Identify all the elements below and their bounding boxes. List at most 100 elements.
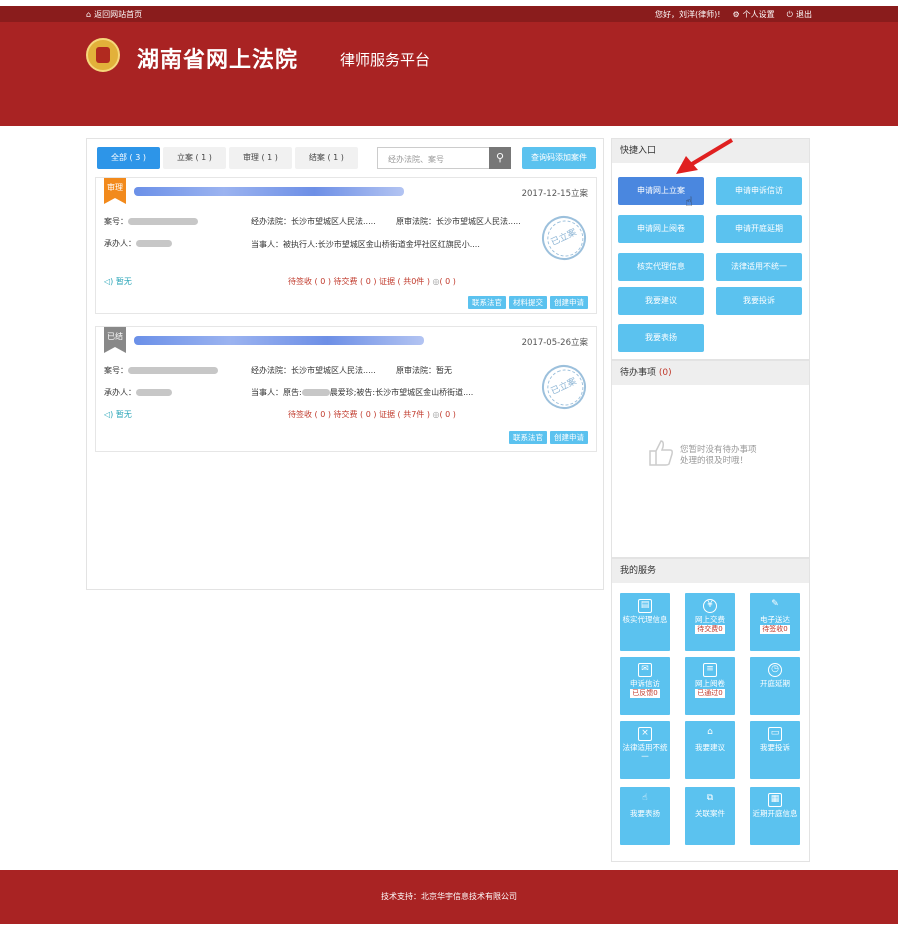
case-stats[interactable]: 待签收 ( 0 ) 待交费 ( 0 ) 证据 ( 共0件 ) ◎( 0 ) bbox=[288, 276, 456, 287]
contact-judge-button[interactable]: 联系法官 bbox=[509, 431, 547, 444]
apply-petition-button[interactable]: 申请申诉信访 bbox=[716, 177, 802, 205]
create-request-button[interactable]: 创建申请 bbox=[550, 431, 588, 444]
tab-closed[interactable]: 结案 ( 1 ) bbox=[294, 147, 358, 169]
court: 经办法院：长沙市望城区人民法..... bbox=[251, 366, 376, 375]
home-link[interactable]: ⌂ 返回网站首页 bbox=[86, 9, 142, 20]
search-placeholder: 经办法院、案号 bbox=[388, 155, 444, 164]
calendar-icon: ▦ bbox=[768, 793, 782, 807]
apply-hearing-delay-button[interactable]: 申请开庭延期 bbox=[716, 215, 802, 243]
suggestion-button[interactable]: 我要建议 bbox=[618, 287, 704, 315]
redacted-value bbox=[128, 218, 198, 225]
complaint-button[interactable]: 我要投诉 bbox=[716, 287, 802, 315]
create-request-button[interactable]: 创建申请 bbox=[550, 296, 588, 309]
pen-icon: ✎ bbox=[771, 599, 779, 609]
logout-link[interactable]: ⏻ 退出 bbox=[787, 9, 812, 20]
parties: 当事人：被执行人:长沙市望城区金山桥街道金坪社区红旗民小.... bbox=[251, 240, 480, 249]
chat-icon: ▭ bbox=[768, 727, 782, 741]
service-verify-agent[interactable]: ▤ 核实代理信息 bbox=[620, 593, 670, 651]
document-icon: ≡ bbox=[703, 663, 717, 677]
tab-filed[interactable]: 立案 ( 1 ) bbox=[162, 147, 226, 169]
red-arrow-annotation bbox=[676, 138, 734, 174]
mail-icon: ✉ bbox=[638, 663, 652, 677]
site-header bbox=[0, 22, 898, 126]
service-file-review[interactable]: ≡ 网上阅卷 已通过0 bbox=[685, 657, 735, 715]
case-panel: 全部 ( 3 ) 立案 ( 1 ) 审理 ( 1 ) 结案 ( 1 ) 经办法院… bbox=[86, 138, 604, 590]
speaker-icon: ◁) bbox=[104, 277, 114, 286]
top-bar: ⌂ 返回网站首页 您好，刘洋(律师)! ⚙ 个人设置 ⏻ 退出 bbox=[0, 6, 898, 22]
link-icon: ⧉ bbox=[706, 793, 714, 803]
redacted-value bbox=[136, 240, 172, 247]
tab-all[interactable]: 全部 ( 3 ) bbox=[97, 147, 160, 169]
verify-agent-info-button[interactable]: 核实代理信息 bbox=[618, 253, 704, 281]
thumbs-up-icon: ☝ bbox=[642, 793, 648, 803]
speaker-icon: ◁) bbox=[104, 410, 114, 419]
todo-empty-message: 您暂时没有待办事项 处理的很及时哦！ bbox=[680, 445, 757, 466]
status-badge: 已结 bbox=[104, 327, 126, 353]
parties: 当事人：原告: 晨爱珍;被告:长沙市望城区金山桥街道.... bbox=[251, 388, 474, 397]
site-footer: 技术支持：北京华宇信息技术有限公司 bbox=[0, 870, 898, 924]
todo-count: (0) bbox=[658, 368, 672, 378]
contact-judge-button[interactable]: 联系法官 bbox=[468, 296, 506, 309]
status-badge: 审理 bbox=[104, 178, 126, 204]
case-title-redacted[interactable] bbox=[134, 336, 424, 345]
redacted-value bbox=[128, 367, 218, 374]
case-title-redacted[interactable] bbox=[134, 187, 404, 196]
service-online-payment[interactable]: ¥ 网上交费 待交费0 bbox=[685, 593, 735, 651]
case-tabs: 全部 ( 3 ) 立案 ( 1 ) 审理 ( 1 ) 结案 ( 1 ) bbox=[97, 147, 358, 169]
case-no-label: 案号： bbox=[104, 217, 128, 226]
site-title: 湖南省网上法院 bbox=[137, 48, 299, 73]
notice: ◁) 暂无 bbox=[104, 277, 132, 286]
search-input[interactable]: 经办法院、案号 ⚲ bbox=[377, 147, 511, 169]
thumbs-up-icon bbox=[649, 440, 673, 466]
services-panel: 我的服务 ▤ 核实代理信息 ¥ 网上交费 待交费0 ✎ 电子送达 待签收0 ✉ 申诉信访 已反… bbox=[611, 558, 810, 862]
case-card[interactable]: 已结 2017-05-26立案 案号： 经办法院：长沙市望城区人民法..... … bbox=[95, 326, 597, 452]
settings-link[interactable]: ⚙ 个人设置 bbox=[733, 9, 775, 20]
case-date: 2017-12-15立案 bbox=[521, 189, 588, 199]
redacted-value bbox=[301, 389, 330, 396]
original-court: 原审法院：长沙市望城区人民法..... bbox=[396, 217, 521, 226]
clock-icon: ◷ bbox=[768, 663, 782, 677]
add-case-button[interactable]: 查询码添加案件 bbox=[522, 147, 596, 169]
message-icon: ◎ bbox=[432, 277, 440, 286]
id-card-icon: ▤ bbox=[638, 599, 652, 613]
todo-panel: 待办事项 (0) 您暂时没有待办事项 处理的很及时哦！ bbox=[611, 360, 810, 558]
message-icon: ◎ bbox=[432, 410, 440, 419]
service-law-inconsistency[interactable]: × 法律适用不统一 bbox=[620, 721, 670, 779]
todo-title: 待办事项 (0) bbox=[612, 361, 809, 385]
service-upcoming-hearings[interactable]: ▦ 近期开庭信息 bbox=[750, 787, 800, 845]
case-stats[interactable]: 待签收 ( 0 ) 待交费 ( 0 ) 证据 ( 共7件 ) ◎( 0 ) bbox=[288, 409, 456, 420]
handler-label: 承办人： bbox=[104, 388, 136, 397]
service-praise[interactable]: ☝ 我要表扬 bbox=[620, 787, 670, 845]
original-court: 原审法院：暂无 bbox=[396, 366, 452, 375]
service-complaint[interactable]: ▭ 我要投诉 bbox=[750, 721, 800, 779]
court: 经办法院：长沙市望城区人民法..... bbox=[251, 217, 376, 226]
apply-file-review-button[interactable]: 申请网上阅卷 bbox=[618, 215, 704, 243]
submit-materials-button[interactable]: 材料提交 bbox=[509, 296, 547, 309]
service-petition[interactable]: ✉ 申诉信访 已反馈0 bbox=[620, 657, 670, 715]
tab-trial[interactable]: 审理 ( 1 ) bbox=[228, 147, 292, 169]
filed-seal: 已立案 bbox=[534, 357, 594, 417]
edit-icon: ⌂ bbox=[707, 727, 713, 737]
hand-cursor-icon: ☝ bbox=[685, 195, 693, 210]
service-e-delivery[interactable]: ✎ 电子送达 待签收0 bbox=[750, 593, 800, 651]
redacted-value bbox=[136, 389, 172, 396]
case-date: 2017-05-26立案 bbox=[521, 338, 588, 348]
handler-label: 承办人： bbox=[104, 239, 136, 248]
gear-icon: ⚙ bbox=[732, 10, 740, 19]
case-card[interactable]: 审理 2017-12-15立案 案号： 经办法院：长沙市望城区人民法..... … bbox=[95, 177, 597, 314]
case-no-label: 案号： bbox=[104, 366, 128, 375]
power-icon: ⏻ bbox=[786, 9, 793, 19]
praise-button[interactable]: 我要表扬 bbox=[618, 324, 704, 352]
yen-icon: ¥ bbox=[703, 599, 717, 613]
filed-seal: 已立案 bbox=[534, 208, 594, 268]
service-hearing-delay[interactable]: ◷ 开庭延期 bbox=[750, 657, 800, 715]
greeting-text: 您好，刘洋(律师)! bbox=[655, 10, 721, 19]
home-icon: ⌂ bbox=[86, 10, 92, 19]
search-icon[interactable]: ⚲ bbox=[489, 147, 511, 169]
site-subtitle: 律师服务平台 bbox=[340, 51, 431, 69]
court-emblem-icon bbox=[86, 38, 120, 72]
service-related-cases[interactable]: ⧉ 关联案件 bbox=[685, 787, 735, 845]
x-box-icon: × bbox=[638, 727, 652, 741]
law-inconsistency-button[interactable]: 法律适用不统一 bbox=[716, 253, 802, 281]
service-suggestion[interactable]: ⌂ 我要建议 bbox=[685, 721, 735, 779]
